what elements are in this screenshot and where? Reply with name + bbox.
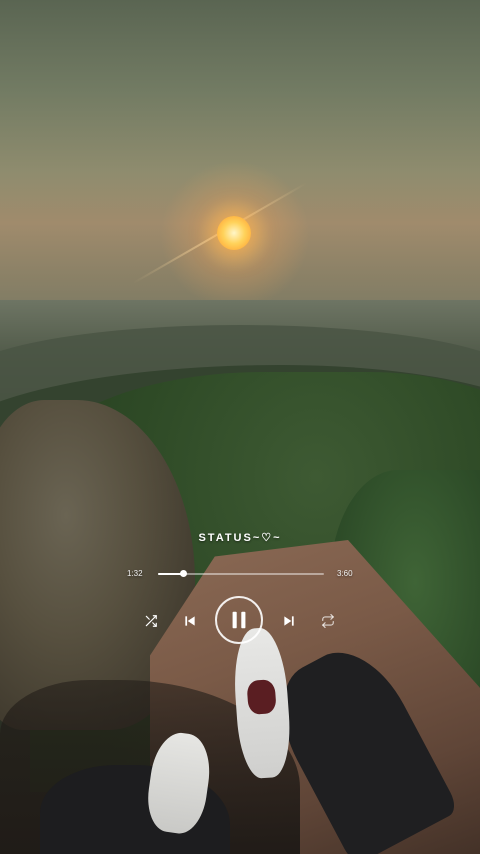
skip-previous-icon — [185, 616, 195, 626]
progress-bar[interactable] — [158, 570, 324, 577]
repeat-icon — [322, 614, 334, 628]
song-title: STATUS~♡~ — [198, 532, 282, 544]
shuffle-icon — [145, 615, 157, 627]
shuffle-button[interactable] — [141, 611, 161, 631]
pause-button[interactable] — [215, 596, 263, 644]
progress-thumb[interactable] — [179, 570, 187, 577]
total-time: 3:60 — [337, 569, 353, 578]
pause-icon — [232, 611, 246, 629]
previous-button[interactable] — [180, 611, 200, 631]
next-button[interactable] — [279, 611, 299, 631]
repeat-button[interactable] — [318, 611, 338, 631]
current-time: 1:32 — [127, 569, 143, 578]
skip-next-icon — [284, 616, 294, 626]
music-player-overlay: STATUS~♡~ 1:32 3:60 — [0, 0, 480, 854]
